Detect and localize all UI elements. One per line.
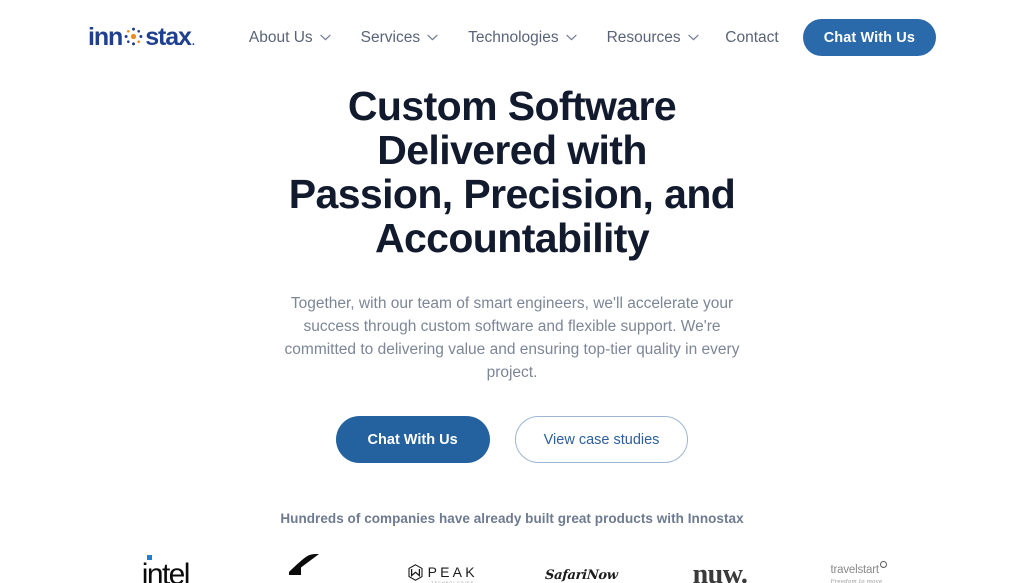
logo-text-after: stax: [145, 23, 192, 51]
client-logo-intel[interactable]: intel: [96, 548, 235, 583]
travelstart-top-row: travelstart: [830, 560, 887, 577]
nav-label-technologies: Technologies: [468, 28, 559, 46]
nuw-label: nuw.: [692, 559, 748, 583]
logo-text-before: inn: [88, 23, 123, 51]
peak-hexagon-icon: [408, 564, 423, 583]
hero-view-case-studies-button[interactable]: View case studies: [514, 416, 689, 463]
client-logos-row: intel AUTODESK: [0, 548, 1024, 583]
clients-section: Hundreds of companies have already built…: [0, 511, 1024, 583]
site-header: inn stax . About Us Services Technologie…: [0, 0, 1024, 75]
chevron-down-icon: [427, 34, 438, 41]
autodesk-mark-icon: [287, 553, 321, 583]
nav-item-about-us[interactable]: About Us: [249, 29, 331, 47]
clients-caption: Hundreds of companies have already built…: [280, 511, 744, 526]
hero-section: Custom Software Delivered with Passion, …: [0, 75, 1024, 463]
hero-title-line-4: Accountability: [374, 215, 650, 261]
page-title: Custom Software Delivered with Passion, …: [132, 84, 892, 260]
chevron-down-icon: [320, 34, 331, 41]
nav-item-services[interactable]: Services: [361, 29, 438, 47]
nav-item-resources[interactable]: Resources: [607, 29, 699, 47]
hero-chat-with-us-button[interactable]: Chat With Us: [335, 416, 490, 463]
travelstart-wordmark: travelstart Freedom to move: [830, 560, 887, 583]
hero-title-line-2: Delivered with: [377, 127, 647, 173]
nav-label-about-us: About Us: [248, 28, 313, 46]
intel-label: intel: [141, 558, 191, 583]
client-logo-autodesk[interactable]: AUTODESK: [235, 548, 374, 583]
starburst-icon: [123, 26, 144, 47]
safarinow-label: SafariNow: [544, 567, 619, 583]
hero-title-line-1: Custom Software: [347, 83, 677, 129]
client-logo-safarinow[interactable]: SafariNow: [512, 548, 651, 583]
intel-wordmark: intel: [141, 555, 191, 583]
travelstart-circle-icon: [879, 560, 887, 568]
main-navigation: About Us Services Technologies Resources: [249, 29, 699, 47]
logo-innostax[interactable]: inn stax .: [88, 23, 195, 52]
contact-link[interactable]: Contact: [725, 29, 778, 47]
nav-label-resources: Resources: [606, 28, 681, 46]
hero-cta-group: Chat With Us View case studies: [0, 416, 1024, 463]
hero-subtitle: Together, with our team of smart enginee…: [284, 295, 740, 381]
hero-title-line-3: Passion, Precision, and: [288, 171, 736, 217]
logo-registered-mark: .: [191, 36, 195, 48]
peak-wordmark: PEAK TECHNOLOGIES: [408, 564, 478, 583]
client-logo-nuw[interactable]: nuw.: [651, 548, 790, 583]
chevron-down-icon: [565, 34, 577, 41]
chevron-down-icon: [688, 34, 699, 41]
nav-label-services: Services: [360, 28, 421, 46]
peak-text-block: PEAK TECHNOLOGIES: [428, 565, 478, 583]
autodesk-wordmark: AUTODESK: [271, 553, 337, 583]
intel-dot-accent: [147, 555, 153, 560]
client-logo-peak-technologies[interactable]: PEAK TECHNOLOGIES: [373, 548, 512, 583]
peak-label: PEAK: [427, 564, 478, 580]
travelstart-label: travelstart: [830, 563, 879, 576]
client-logo-travelstart[interactable]: travelstart Freedom to move: [789, 548, 928, 583]
header-actions: Contact Chat With Us: [725, 19, 936, 56]
nav-item-technologies[interactable]: Technologies: [468, 28, 577, 47]
header-chat-with-us-button[interactable]: Chat With Us: [802, 19, 936, 56]
